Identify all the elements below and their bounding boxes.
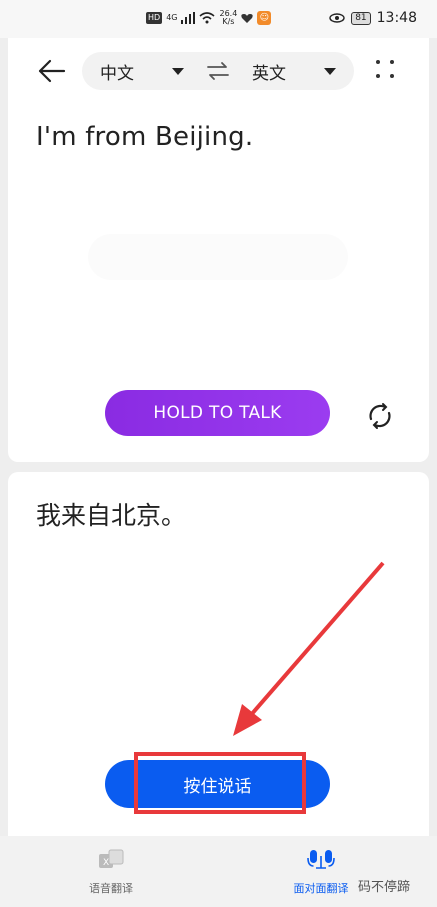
source-language-label: 中文 [100,63,134,84]
nav-voice-translate-label: 语音翻译 [89,882,133,895]
battery-indicator: 81 [351,11,371,25]
chevron-down-icon [324,67,336,75]
nav-voice-translate[interactable]: X 语音翻译 [51,848,171,896]
eye-icon [329,13,345,23]
speed-unit: K/s [222,17,235,26]
heart-icon [241,13,253,23]
highlight-annotation-box [134,752,306,814]
refresh-icon[interactable] [365,401,395,431]
network-speed: 26.4 K/s [219,10,237,26]
status-bar: HD 4G 26.4 K/s ☺ 81 13:48 [0,0,437,38]
placeholder-shape [88,234,348,280]
chevron-down-icon [172,67,184,75]
hd-icon: HD [146,12,163,24]
back-arrow-icon[interactable] [36,58,66,84]
dual-microphone-icon [307,850,335,869]
hold-to-talk-button[interactable]: HOLD TO TALK [105,390,330,436]
watermark-text: 码不停蹄 [358,880,411,895]
swap-languages-icon[interactable] [206,61,230,81]
status-right: 81 13:48 [329,10,417,26]
language-selector: 中文 英文 [82,52,354,90]
translated-text: 我来自北京。 [36,501,187,530]
more-options-icon[interactable] [374,58,398,82]
app-notification-icon: ☺ [257,11,272,25]
svg-text:X: X [103,858,109,868]
target-language-dropdown[interactable]: 英文 [252,52,336,90]
voice-translate-icon: X [99,849,124,868]
source-language-dropdown[interactable]: 中文 [100,52,184,90]
network-type: 4G [166,13,178,22]
signal-icon [181,12,196,24]
bottom-navigation: X 语音翻译 面对面翻译 [0,836,437,907]
status-left: HD 4G 26.4 K/s ☺ [146,10,272,26]
source-transcript: I'm from Beijing. [36,122,254,152]
source-panel: 中文 英文 I'm from Beijing. HOLD TO TALK [8,38,429,462]
wifi-icon [199,12,216,24]
target-language-label: 英文 [252,63,286,84]
clock: 13:48 [376,10,417,26]
